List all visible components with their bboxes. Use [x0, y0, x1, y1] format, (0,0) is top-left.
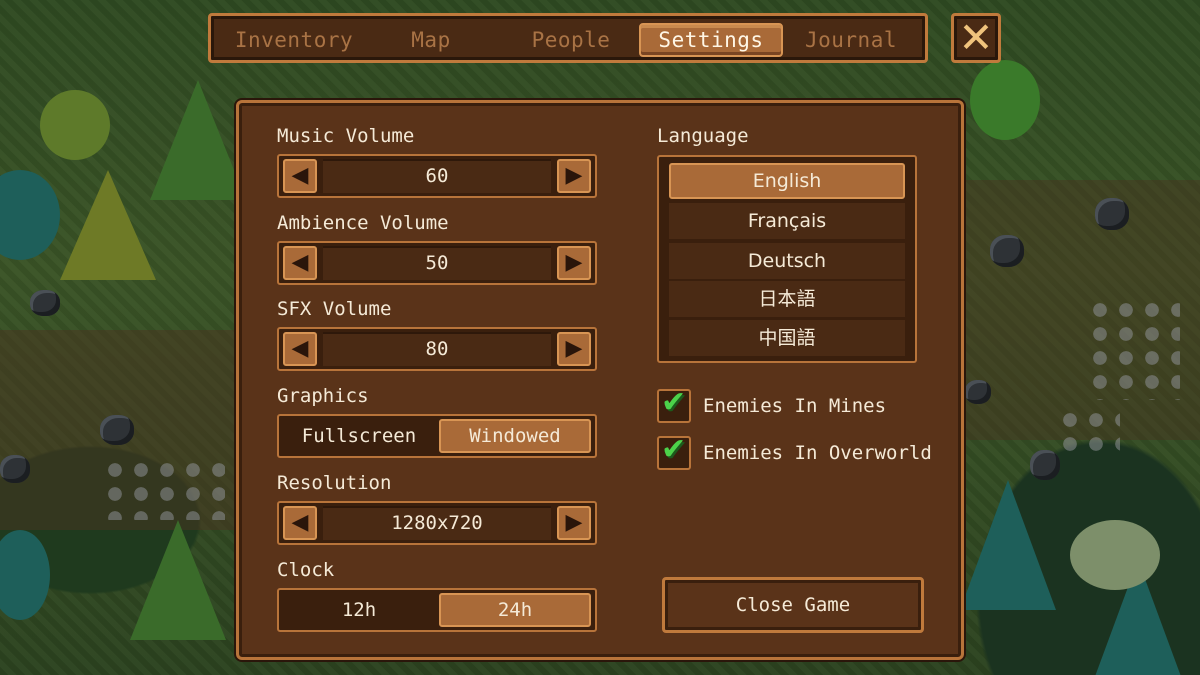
tab-settings[interactable]: Settings	[639, 23, 783, 57]
language-option-japanese[interactable]: 日本語	[669, 281, 905, 317]
music-volume-stepper: ◀ 60 ▶	[277, 154, 597, 198]
sfx-volume-decrease-button[interactable]: ◀	[283, 332, 317, 366]
ambience-volume-value: 50	[425, 252, 449, 274]
arrow-right-icon: ▶	[565, 510, 583, 535]
arrow-right-icon: ▶	[565, 250, 583, 275]
ambience-volume-stepper: ◀ 50 ▶	[277, 241, 597, 285]
graphics-fullscreen-option[interactable]: Fullscreen	[283, 419, 435, 453]
ambience-volume-increase-button[interactable]: ▶	[557, 246, 591, 280]
menu-tab-bar: Inventory Map People Settings Journal	[208, 13, 928, 63]
resolution-stepper: ◀ 1280x720 ▶	[277, 501, 597, 545]
language-option-deutsch[interactable]: Deutsch	[669, 243, 905, 279]
ambience-volume-label: Ambience Volume	[277, 212, 449, 234]
clock-label: Clock	[277, 559, 335, 581]
clock-12h-option[interactable]: 12h	[283, 593, 435, 627]
resolution-label: Resolution	[277, 472, 392, 494]
resolution-value: 1280x720	[391, 512, 483, 534]
close-game-button[interactable]: Close Game	[662, 577, 924, 633]
tab-inventory[interactable]: Inventory	[219, 23, 369, 57]
tab-journal[interactable]: Journal	[786, 23, 916, 57]
arrow-right-icon: ▶	[565, 336, 583, 361]
sfx-volume-label: SFX Volume	[277, 298, 392, 320]
clock-24h-option[interactable]: 24h	[439, 593, 591, 627]
arrow-right-icon: ▶	[565, 163, 583, 188]
music-volume-label: Music Volume	[277, 125, 415, 147]
resolution-increase-button[interactable]: ▶	[557, 506, 591, 540]
enemies-in-mines-checkbox[interactable]: ✔	[657, 385, 691, 423]
ambience-volume-decrease-button[interactable]: ◀	[283, 246, 317, 280]
sfx-volume-stepper: ◀ 80 ▶	[277, 327, 597, 371]
language-label: Language	[657, 125, 749, 147]
language-option-english[interactable]: English	[669, 163, 905, 199]
close-x-icon: ✕	[958, 13, 994, 62]
music-volume-value: 60	[425, 165, 449, 187]
tab-map[interactable]: Map	[371, 23, 491, 57]
enemies-in-mines-label: Enemies In Mines	[703, 395, 887, 417]
music-volume-decrease-button[interactable]: ◀	[283, 159, 317, 193]
close-menu-button[interactable]: ✕	[951, 13, 1001, 63]
arrow-left-icon: ◀	[291, 510, 309, 535]
tab-people[interactable]: People	[501, 23, 641, 57]
resolution-decrease-button[interactable]: ◀	[283, 506, 317, 540]
language-list: English Français Deutsch 日本語 中国語	[657, 155, 917, 363]
sfx-volume-increase-button[interactable]: ▶	[557, 332, 591, 366]
arrow-left-icon: ◀	[291, 163, 309, 188]
graphics-label: Graphics	[277, 385, 369, 407]
enemies-in-overworld-label: Enemies In Overworld	[703, 442, 932, 464]
arrow-left-icon: ◀	[291, 250, 309, 275]
graphics-toggle: Fullscreen Windowed	[277, 414, 597, 458]
music-volume-increase-button[interactable]: ▶	[557, 159, 591, 193]
enemies-in-overworld-checkbox[interactable]: ✔	[657, 432, 691, 470]
graphics-windowed-option[interactable]: Windowed	[439, 419, 591, 453]
language-option-francais[interactable]: Français	[669, 203, 905, 239]
arrow-left-icon: ◀	[291, 336, 309, 361]
checkmark-icon: ✔	[661, 432, 687, 467]
checkmark-icon: ✔	[661, 385, 687, 420]
clock-toggle: 12h 24h	[277, 588, 597, 632]
sfx-volume-value: 80	[425, 338, 449, 360]
language-option-chinese[interactable]: 中国語	[669, 320, 905, 356]
